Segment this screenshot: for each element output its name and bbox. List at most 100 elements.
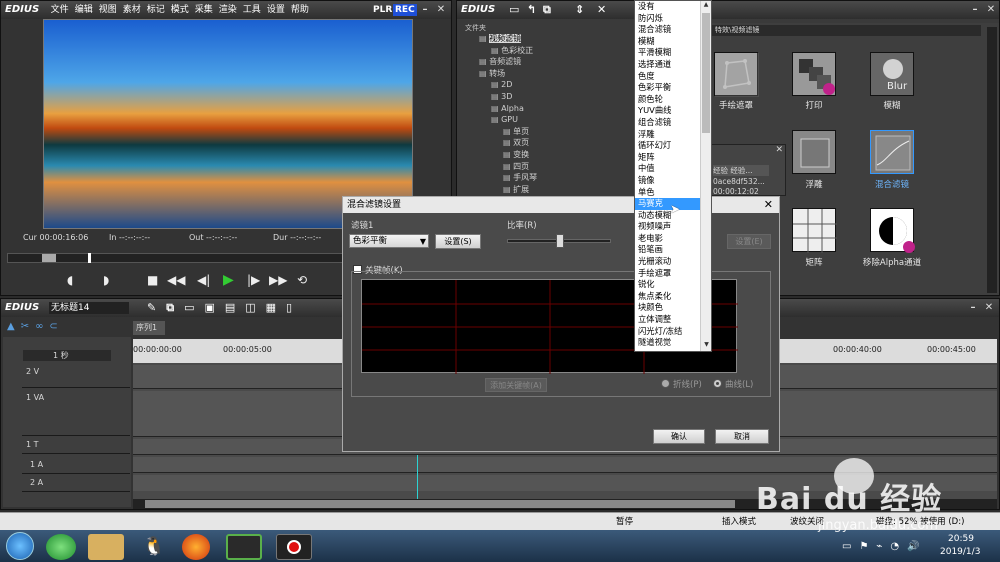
- dropdown-item[interactable]: 选择通道: [635, 59, 701, 71]
- dropdown-item[interactable]: 没有: [635, 1, 701, 13]
- step-forward-icon[interactable]: |▶: [247, 273, 260, 287]
- timeline-close-icon[interactable]: ✕: [983, 302, 995, 314]
- taskbar-firefox-icon[interactable]: [182, 534, 210, 560]
- dropdown-item[interactable]: 模糊: [635, 36, 701, 48]
- dropdown-item[interactable]: 马赛克: [635, 198, 701, 210]
- dropdown-item[interactable]: 矩阵: [635, 152, 701, 164]
- timeline-minimize-icon[interactable]: –: [967, 302, 979, 314]
- plr-label[interactable]: PLR: [373, 1, 392, 19]
- blend-filter-tile[interactable]: [870, 130, 914, 174]
- scroll-down-icon[interactable]: ▼: [701, 341, 712, 351]
- tree-item[interactable]: ▤ 双页: [503, 137, 529, 149]
- dropdown-item[interactable]: 光栅滚动: [635, 256, 701, 268]
- menu-item-3[interactable]: 素材: [123, 5, 141, 15]
- folder-icon[interactable]: ▭: [509, 1, 519, 19]
- track-header-2a[interactable]: 2 A: [22, 476, 130, 492]
- sort-icon[interactable]: ⇕: [575, 1, 584, 19]
- curve-radio[interactable]: [713, 379, 722, 388]
- dropdown-scroll-thumb[interactable]: [702, 13, 710, 133]
- dropdown-item[interactable]: 组合滤镜: [635, 117, 701, 129]
- tree-item[interactable]: ▤ Alpha: [491, 103, 524, 115]
- menu-item-10[interactable]: 帮助: [291, 5, 309, 15]
- scrubber-handle[interactable]: [42, 254, 56, 262]
- hscroll-thumb[interactable]: [145, 500, 735, 508]
- dropdown-scrollbar[interactable]: ▲ ▼: [700, 1, 711, 351]
- dropdown-item[interactable]: 手绘遮罩: [635, 268, 701, 280]
- menu-item-5[interactable]: 模式: [171, 5, 189, 15]
- filter2-settings-button[interactable]: 设置(E): [727, 234, 771, 249]
- cancel-button[interactable]: 取消: [715, 429, 769, 444]
- dropdown-item[interactable]: 防闪烁: [635, 13, 701, 25]
- timeline-playhead[interactable]: [417, 455, 418, 499]
- dropdown-item[interactable]: 视频噪声: [635, 221, 701, 233]
- dropdown-item[interactable]: 立体调整: [635, 314, 701, 326]
- dropdown-item[interactable]: 锐化: [635, 279, 701, 291]
- taskbar-explorer-icon[interactable]: [88, 534, 124, 560]
- dropdown-item[interactable]: 浮雕: [635, 129, 701, 141]
- dropdown-item[interactable]: 颜色轮: [635, 94, 701, 106]
- tray-icons[interactable]: ▭⚑⌁◔🔊: [842, 541, 928, 552]
- rec-label[interactable]: REC: [393, 4, 417, 16]
- info-close-icon[interactable]: ✕: [775, 145, 783, 155]
- dropdown-item[interactable]: 循环幻灯: [635, 140, 701, 152]
- track-header-1t[interactable]: 1 T: [22, 438, 130, 454]
- delete-icon[interactable]: ✕: [597, 1, 606, 19]
- dropdown-item[interactable]: 镜像: [635, 175, 701, 187]
- tree-item[interactable]: ▤ 变换: [503, 149, 529, 161]
- tree-item[interactable]: ▤ 四页: [503, 161, 529, 173]
- tree-item[interactable]: ▤ 色彩校正: [491, 45, 533, 57]
- menu-item-8[interactable]: 工具: [243, 5, 261, 15]
- menu-item-6[interactable]: 采集: [195, 5, 213, 15]
- tree-item[interactable]: ▤ 音频滤镜: [479, 56, 521, 68]
- step-back-icon[interactable]: ◀|: [197, 273, 210, 287]
- ratio-slider[interactable]: [507, 234, 611, 248]
- dropdown-item[interactable]: 动态模糊: [635, 210, 701, 222]
- fast-forward-icon[interactable]: ▶▶: [269, 273, 287, 287]
- dropdown-item[interactable]: 块颜色: [635, 302, 701, 314]
- dropdown-item[interactable]: 老电影: [635, 233, 701, 245]
- dropdown-item[interactable]: 焦点柔化: [635, 291, 701, 303]
- filter1-settings-button[interactable]: 设置(S): [435, 234, 481, 249]
- hand-drawn-mask-tile[interactable]: [714, 52, 759, 97]
- dropdown-item[interactable]: 铅笔画: [635, 244, 701, 256]
- start-button[interactable]: [6, 532, 34, 560]
- track-header-1a[interactable]: 1 A: [22, 458, 130, 474]
- scale-selector[interactable]: 1 秒: [23, 350, 111, 361]
- track-header-1va[interactable]: 1 VA: [22, 390, 130, 436]
- menu-item-1[interactable]: 编辑: [75, 5, 93, 15]
- mark-in-icon[interactable]: ◖: [67, 273, 73, 287]
- dropdown-item[interactable]: 单色: [635, 187, 701, 199]
- effects-close-icon[interactable]: ✕: [985, 4, 997, 16]
- polyline-radio[interactable]: [661, 379, 670, 388]
- stop-icon[interactable]: ■: [147, 273, 158, 287]
- scroll-up-icon[interactable]: ▲: [701, 1, 711, 11]
- view-icon[interactable]: ⧉: [543, 1, 551, 19]
- menu-item-4[interactable]: 标记: [147, 5, 165, 15]
- menu-item-7[interactable]: 渲染: [219, 5, 237, 15]
- tree-item[interactable]: ▤ GPU: [491, 114, 518, 126]
- timeline-toolbar-icons[interactable]: ▲✂∞⊂: [7, 321, 64, 332]
- print-tile[interactable]: [792, 52, 836, 96]
- track-header-2v[interactable]: 2 V: [22, 364, 130, 388]
- remove-alpha-tile[interactable]: [870, 208, 915, 253]
- tree-item[interactable]: ▤ 手风琴: [503, 172, 537, 184]
- effects-minimize-icon[interactable]: –: [969, 4, 981, 16]
- dropdown-item[interactable]: 混合滤镜: [635, 24, 701, 36]
- dropdown-item[interactable]: 色彩平衡: [635, 82, 701, 94]
- dialog-close-icon[interactable]: ✕: [764, 197, 773, 213]
- menu-item-9[interactable]: 设置: [267, 5, 285, 15]
- tree-item[interactable]: ▤ 扩展: [503, 184, 529, 196]
- dropdown-item[interactable]: 色度: [635, 71, 701, 83]
- ok-button[interactable]: 确认: [653, 429, 705, 444]
- taskbar-360-icon[interactable]: [46, 534, 76, 560]
- tree-item[interactable]: ▤ 2D: [491, 79, 512, 91]
- menu-item-0[interactable]: 文件: [51, 5, 69, 15]
- tree-item[interactable]: ▤ 3D: [491, 91, 512, 103]
- ratio-slider-thumb[interactable]: [556, 234, 564, 248]
- loop-icon[interactable]: ⟲: [297, 273, 307, 287]
- sequence-tab[interactable]: 序列1: [133, 321, 165, 335]
- dropdown-item[interactable]: 平滑模糊: [635, 47, 701, 59]
- play-icon[interactable]: ▶: [223, 272, 234, 288]
- dropdown-item[interactable]: YUV曲线: [635, 105, 701, 117]
- matrix-tile[interactable]: [792, 208, 837, 253]
